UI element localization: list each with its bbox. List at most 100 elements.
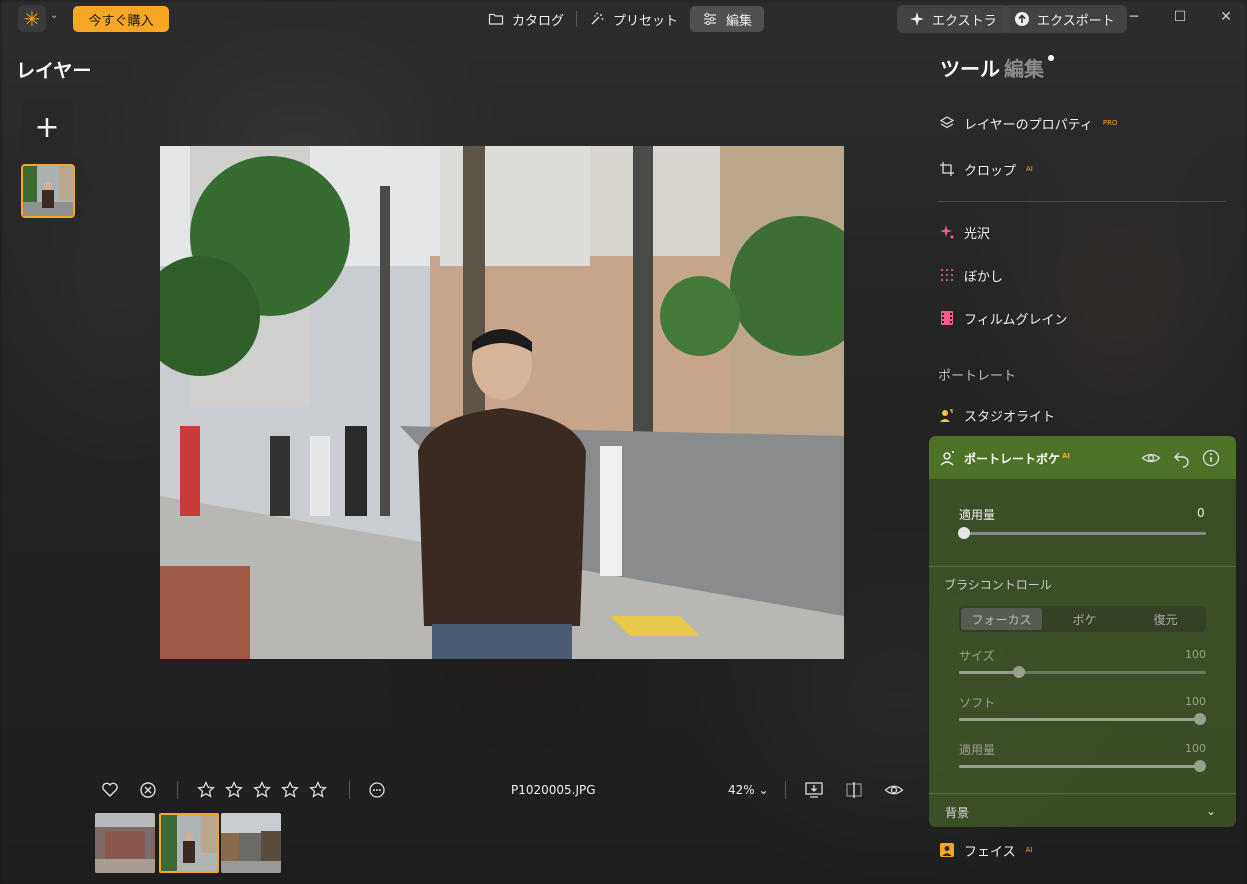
tool-crop[interactable]: クロップ AI [938,158,1033,180]
brush-mode-selector: フォーカス ボケ 復元 [959,606,1206,632]
ai-badge: AI [1062,452,1071,460]
softness-slider[interactable] [959,713,1206,725]
star-icon-3[interactable] [252,780,272,800]
softness-value: 100 [1185,695,1206,708]
toolbar-divider [177,781,178,799]
filmstrip-thumb-selected[interactable] [159,813,219,873]
tool-label: フィルムグレイン [964,312,1068,328]
edit-indicator-dot [1048,55,1054,61]
brush-mode-focus[interactable]: フォーカス [961,608,1042,630]
ai-badge: AI [1026,165,1033,173]
background-section-toggle[interactable]: 背景 [945,804,969,821]
eye-icon[interactable] [884,780,904,800]
ai-badge: AI [1025,846,1033,854]
tab-catalog[interactable]: カタログ [476,6,576,32]
zoom-dropdown[interactable]: 42% ⌄ [728,783,769,797]
minimize-icon[interactable]: ─ [1124,9,1144,25]
softness-label: ソフト [959,696,996,710]
filmstrip-image [221,813,281,873]
star-icon-2[interactable] [224,780,244,800]
filmstrip-image [161,815,217,871]
export-button[interactable]: エクスポート [1002,5,1127,33]
slider-knob[interactable] [1194,760,1206,772]
info-icon[interactable] [1201,448,1221,468]
tool-label: レイヤーのプロパティ [964,117,1093,133]
layers-icon [938,114,956,132]
tool-label: スタジオライト [964,409,1056,425]
heart-icon[interactable] [100,780,120,800]
tab-presets[interactable]: プリセット [577,6,690,32]
tool-studio-light[interactable]: スタジオライト [938,404,1055,426]
pro-badge: PRO [1102,119,1118,127]
export-label: エクスポート [1037,13,1115,29]
glow-sparkle-icon [938,223,956,241]
tab-presets-label: プリセット [613,13,679,29]
tool-layer-properties[interactable]: レイヤーのプロパティ PRO [938,112,1117,134]
tab-tools[interactable]: ツール [940,53,1000,82]
crop-icon [938,160,956,178]
tool-label: ぼかし [964,269,1004,285]
compare-split-icon[interactable] [844,780,864,800]
add-layer-button[interactable]: + [21,101,73,153]
brush-mode-restore[interactable]: 復元 [1125,606,1206,632]
tool-label: 光沢 [964,226,991,242]
app-logo-icon[interactable]: ✳ [18,5,46,32]
brush-control-title: ブラシコントロール [944,578,1052,592]
undo-icon[interactable] [1172,448,1192,468]
eye-icon[interactable] [1141,448,1161,468]
tab-edit[interactable]: 編集 [690,6,765,32]
street-photo-image [160,146,844,659]
studio-light-person-icon [938,406,956,424]
upload-circle-icon [1015,12,1029,26]
chevron-down-icon[interactable]: ⌄ [50,10,58,21]
chevron-down-icon: ⌄ [758,783,769,797]
amount-label: 適用量 [959,508,996,522]
size-value: 100 [1185,648,1206,661]
portrait-bokeh-header[interactable]: ポートレートボケ AI [929,436,1236,479]
tab-catalog-label: カタログ [512,13,565,29]
extra-button[interactable]: エクストラ [897,5,1009,33]
tool-blur[interactable]: ぼかし [938,264,1003,286]
slider-knob[interactable] [958,527,970,539]
toolbar-divider [349,781,350,799]
filmstrip-image [95,813,155,873]
slider-knob[interactable] [1194,713,1206,725]
amount-slider[interactable] [958,527,1206,539]
apply-amount-value: 100 [1185,742,1206,755]
top-bar: ✳ ⌄ 今すぐ購入 カタログ プリセット 編集 エクストラ エクスポート ─ ☐… [0,0,1247,38]
star-icon-1[interactable] [196,780,216,800]
film-icon [938,309,956,327]
face-portrait-icon [938,841,956,859]
close-icon[interactable]: ✕ [1216,9,1236,25]
chevron-down-icon[interactable]: ⌄ [1206,804,1216,818]
section-divider [938,201,1226,202]
buy-now-button[interactable]: 今すぐ購入 [73,6,169,32]
tool-film-grain[interactable]: フィルムグレイン [938,307,1067,329]
tool-glow[interactable]: 光沢 [938,221,990,243]
zoom-value: 42% [728,783,755,797]
star-icon-5[interactable] [308,780,328,800]
tool-face[interactable]: フェイス AI [938,839,1032,861]
extra-label: エクストラ [932,13,997,29]
reject-icon[interactable] [138,780,158,800]
layer-thumbnail[interactable] [21,164,75,218]
slider-fill [959,671,1019,674]
display-download-icon[interactable] [804,780,824,800]
filmstrip-thumb[interactable] [221,813,281,873]
toolbar-divider [785,781,786,799]
slider-knob[interactable] [1013,666,1025,678]
blur-dots-icon [938,266,956,284]
apply-amount-slider[interactable] [959,760,1206,772]
main-photo[interactable] [160,146,844,659]
brush-mode-bokeh[interactable]: ボケ [1044,606,1125,632]
tab-edit-panel[interactable]: 編集 [1004,53,1044,82]
star-icon-4[interactable] [280,780,300,800]
amount-value: 0 [1197,506,1205,520]
apply-amount-label: 適用量 [959,743,996,757]
more-options-icon[interactable] [367,780,387,800]
size-slider[interactable] [959,666,1206,678]
filmstrip-thumb[interactable] [95,813,155,873]
maximize-icon[interactable]: ☐ [1170,9,1190,25]
tool-label: フェイス [964,844,1016,860]
card-divider [929,566,1236,567]
